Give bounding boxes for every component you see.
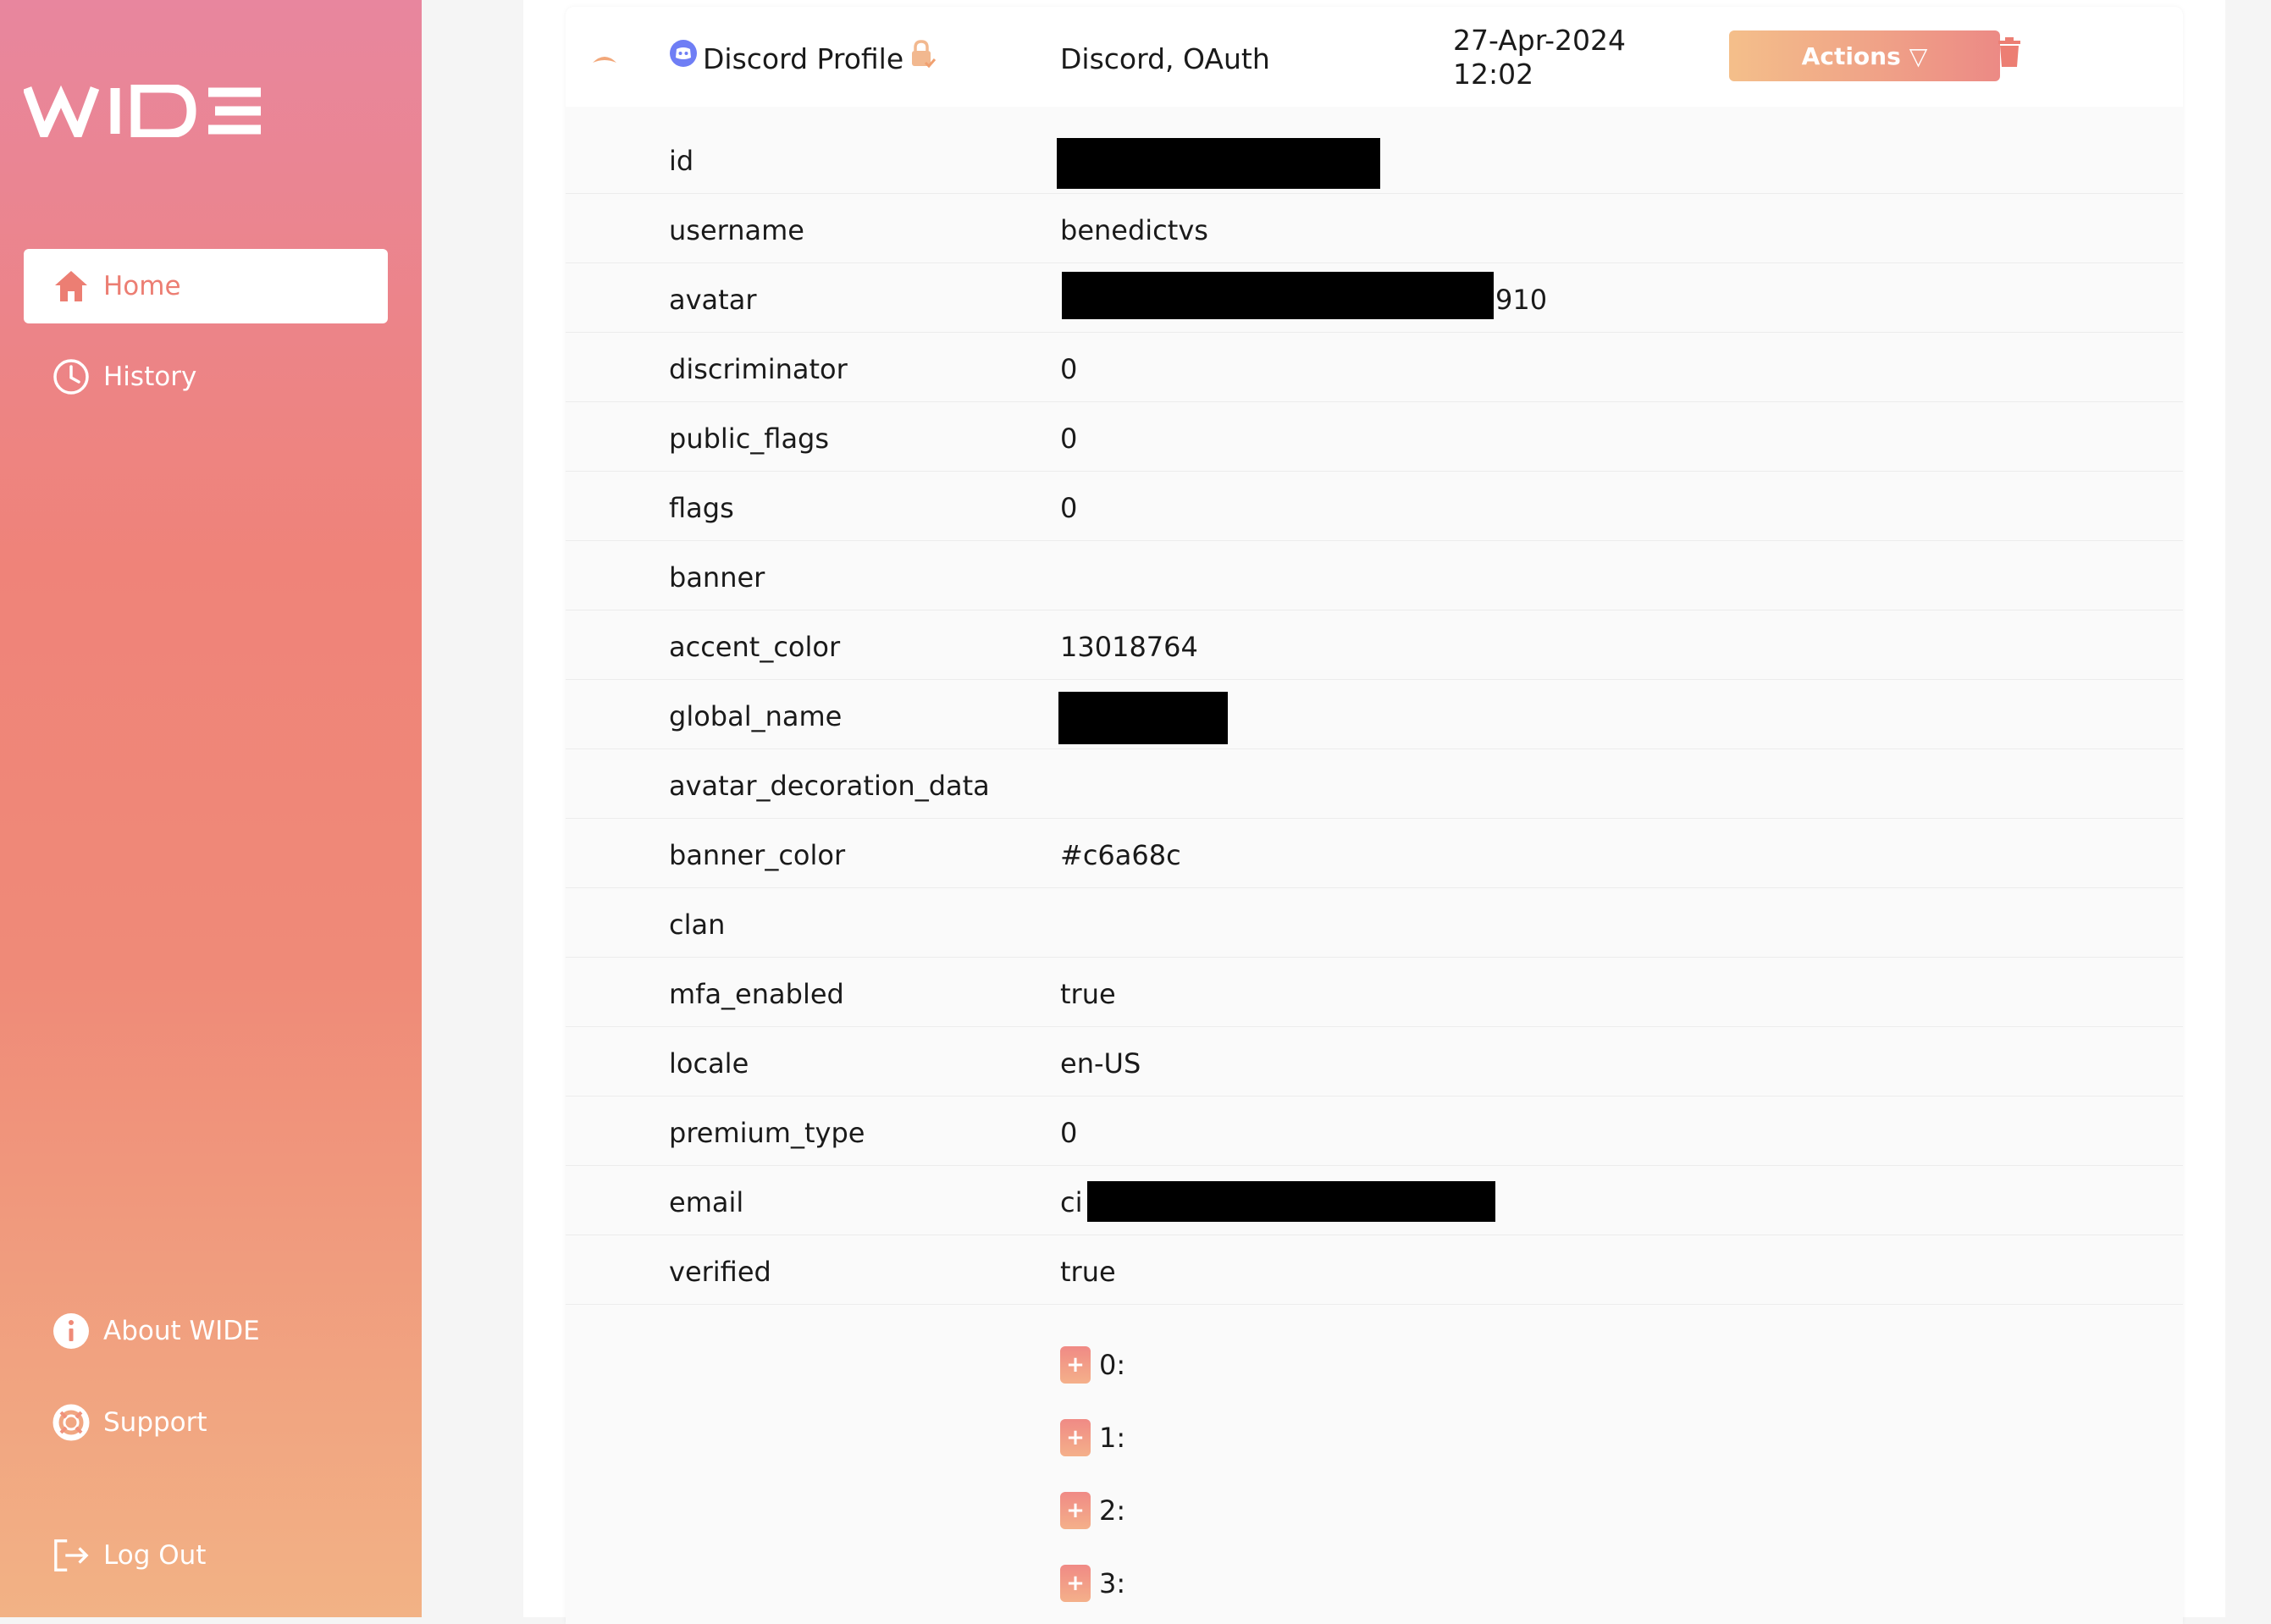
wide-logo[interactable]: [22, 83, 264, 146]
field-key: discriminator: [669, 353, 848, 385]
left-gutter: [422, 0, 523, 1617]
right-gutter: [2225, 0, 2271, 1617]
field-key: premium_type: [669, 1117, 865, 1149]
redaction-box: [1058, 692, 1228, 744]
expand-item-3[interactable]: + 3:: [1060, 1565, 1125, 1602]
field-key: banner_color: [669, 839, 846, 871]
plus-icon[interactable]: +: [1060, 1346, 1091, 1384]
field-key: id: [669, 145, 694, 177]
field-key: email: [669, 1186, 744, 1218]
field-row-flags: flags 0: [566, 472, 2183, 541]
field-row-locale: locale en-US: [566, 1027, 2183, 1096]
field-value: true: [1060, 978, 1116, 1010]
sidebar: Home History About WIDE Support Log Out: [0, 0, 422, 1617]
record-card: Discord Profile Discord, OAuth 27-Apr-20…: [566, 7, 2183, 1624]
collapse-chevron-icon[interactable]: [591, 51, 618, 68]
expand-item-label: 1:: [1099, 1422, 1126, 1454]
wide-logo-mark: [22, 83, 261, 146]
logout-icon: [52, 1537, 90, 1574]
expand-item-label: 3:: [1099, 1567, 1126, 1599]
clock-icon: [52, 358, 90, 395]
field-value: 0: [1060, 353, 1078, 385]
record-timestamp: 27-Apr-2024 12:02: [1453, 24, 1626, 91]
field-row-verified: verified true: [566, 1235, 2183, 1305]
field-row-id: id: [566, 124, 2183, 194]
sidebar-item-history[interactable]: History: [24, 340, 388, 414]
info-icon: [52, 1312, 90, 1350]
field-row-avatar-decoration-data: avatar_decoration_data: [566, 749, 2183, 819]
actions-dropdown-button[interactable]: Actions ▽: [1729, 30, 2000, 81]
field-value: 0: [1060, 423, 1078, 455]
record-date: 27-Apr-2024: [1453, 24, 1627, 57]
field-value: 0: [1060, 1117, 1078, 1149]
field-row-banner-color: banner_color #c6a68c: [566, 819, 2183, 888]
sidebar-item-label: Log Out: [103, 1540, 207, 1571]
field-key: global_name: [669, 700, 843, 732]
field-key: public_flags: [669, 423, 830, 455]
field-value: ci: [1060, 1186, 1083, 1218]
field-value: #c6a68c: [1060, 839, 1181, 871]
field-key: banner: [669, 561, 765, 594]
sidebar-item-about[interactable]: About WIDE: [24, 1294, 388, 1368]
field-value: 0: [1060, 492, 1078, 524]
sidebar-item-logout[interactable]: Log Out: [24, 1518, 388, 1593]
field-value: true: [1060, 1256, 1116, 1288]
field-row-username: username benedictvs: [566, 194, 2183, 263]
field-key: mfa_enabled: [669, 978, 844, 1010]
field-key: locale: [669, 1047, 749, 1080]
plus-icon[interactable]: +: [1060, 1492, 1091, 1529]
trash-icon[interactable]: [1997, 37, 2022, 71]
sidebar-item-label: Support: [103, 1407, 207, 1438]
field-row-discriminator: discriminator 0: [566, 333, 2183, 402]
field-key: clan: [669, 909, 726, 941]
record-time: 12:02: [1453, 58, 1534, 91]
actions-label: Actions: [1801, 41, 1901, 70]
field-key: accent_color: [669, 631, 841, 663]
field-key: avatar_decoration_data: [669, 770, 990, 802]
lock-icon: [908, 39, 937, 75]
record-type: Discord, OAuth: [1060, 42, 1270, 75]
field-row-premium-type: premium_type 0: [566, 1096, 2183, 1166]
sidebar-item-support[interactable]: Support: [24, 1385, 388, 1460]
field-row-email: email ci: [566, 1166, 2183, 1235]
redaction-box: [1062, 272, 1494, 319]
record-header: Discord Profile Discord, OAuth 27-Apr-20…: [566, 7, 2183, 107]
expand-item-0[interactable]: + 0:: [1060, 1346, 1125, 1384]
field-value: en-US: [1060, 1047, 1141, 1080]
field-row-mfa-enabled: mfa_enabled true: [566, 958, 2183, 1027]
expand-item-2[interactable]: + 2:: [1060, 1492, 1125, 1529]
plus-icon[interactable]: +: [1060, 1419, 1091, 1456]
sidebar-item-label: Home: [103, 271, 181, 301]
field-value: 13018764: [1060, 631, 1198, 663]
redaction-box: [1087, 1181, 1495, 1222]
field-key: avatar: [669, 284, 757, 316]
main-content: Discord Profile Discord, OAuth 27-Apr-20…: [523, 0, 2225, 1624]
expand-item-1[interactable]: + 1:: [1060, 1419, 1125, 1456]
redaction-box: [1057, 138, 1380, 189]
field-key: verified: [669, 1256, 771, 1288]
lifebuoy-icon: [52, 1404, 90, 1441]
sidebar-item-label: History: [103, 362, 197, 392]
expand-item-label: 0:: [1099, 1349, 1126, 1381]
field-row-avatar: avatar 910: [566, 263, 2183, 333]
field-row-clan: clan: [566, 888, 2183, 958]
sidebar-item-home[interactable]: Home: [24, 249, 388, 323]
field-row-accent-color: accent_color 13018764: [566, 610, 2183, 680]
sidebar-item-label: About WIDE: [103, 1316, 260, 1346]
field-row-global-name: global_name: [566, 680, 2183, 749]
field-key: flags: [669, 492, 734, 524]
field-row-banner: banner: [566, 541, 2183, 610]
home-icon: [52, 268, 90, 305]
field-value: benedictvs: [1060, 214, 1208, 246]
caret-down-icon: ▽: [1909, 41, 1928, 70]
field-row-public-flags: public_flags 0: [566, 402, 2183, 472]
discord-icon: [669, 39, 698, 71]
plus-icon[interactable]: +: [1060, 1565, 1091, 1602]
expand-item-label: 2:: [1099, 1494, 1126, 1527]
field-key: username: [669, 214, 804, 246]
record-title: Discord Profile: [703, 42, 904, 75]
field-value: 910: [1495, 284, 1548, 316]
